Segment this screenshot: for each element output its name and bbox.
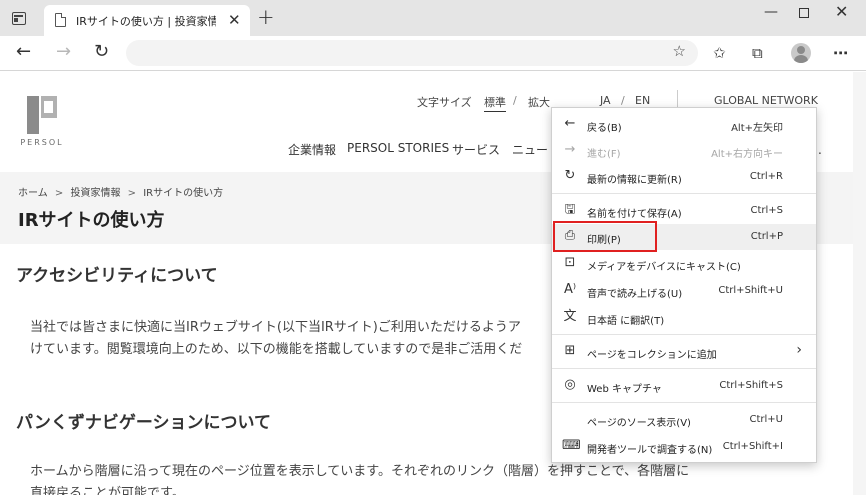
menu-item-label: Web キャプチャ <box>587 384 662 395</box>
tab-close-icon[interactable]: ✕ <box>228 11 241 29</box>
context-menu: ← 戻る(B) Alt+左矢印 → 進む(F) Alt+右方向キー ↻ 最新の情… <box>551 107 817 463</box>
menu-item-label: 名前を付けて保存(A) <box>587 209 682 220</box>
menu-item-refresh[interactable]: ↻ 最新の情報に更新(R) Ctrl+R <box>552 164 816 190</box>
menu-item-web-capture[interactable]: ◎ Web キャプチャ Ctrl+Shift+S <box>552 373 816 399</box>
menu-item-forward[interactable]: → 進む(F) Alt+右方向キー <box>552 138 816 164</box>
back-arrow-icon: ← <box>564 116 576 131</box>
menu-item-label: ページのソース表示(V) <box>587 418 691 429</box>
minimize-button[interactable]: — <box>764 4 778 20</box>
menu-item-shortcut: Ctrl+R <box>749 171 783 182</box>
text-size-label: 文字サイズ <box>417 96 472 109</box>
menu-item-label: 開発者ツールで調査する(N) <box>587 445 713 456</box>
refresh-icon: ↻ <box>564 168 576 183</box>
text-size-standard-link[interactable]: 標準 <box>484 94 506 112</box>
nav-item-company[interactable]: 企業情報 <box>288 141 336 158</box>
section-heading-breadcrumb: パンくずナビゲーションについて <box>16 413 271 433</box>
forward-button[interactable]: → <box>56 41 71 63</box>
menu-item-back[interactable]: ← 戻る(B) Alt+左矢印 <box>552 112 816 138</box>
chevron-right-icon: › <box>796 342 802 358</box>
highlight-box <box>553 221 657 252</box>
page-title: IRサイトの使い方 <box>18 210 165 231</box>
web-capture-icon: ◎ <box>564 377 576 392</box>
menu-item-shortcut: Ctrl+Shift+S <box>719 380 783 391</box>
menu-item-label: 日本語 に翻訳(T) <box>587 316 665 327</box>
menu-item-label: 進む(F) <box>587 149 621 160</box>
new-tab-button[interactable]: + <box>257 7 275 28</box>
lang-separator: / <box>621 94 625 107</box>
url-input[interactable]: ☆ <box>126 40 698 66</box>
menu-item-shortcut: Ctrl+U <box>749 414 784 425</box>
close-window-button[interactable]: ✕ <box>835 4 848 20</box>
refresh-button[interactable]: ↻ <box>94 41 109 63</box>
menu-separator <box>552 334 816 335</box>
breadcrumb: ホーム > 投資家情報 > IRサイトの使い方 <box>18 184 227 199</box>
menu-item-translate[interactable]: 文 日本語 に翻訳(T) <box>552 305 816 331</box>
menu-item-label: 音声で読み上げる(U) <box>587 289 683 300</box>
persol-logo[interactable]: PERSOL <box>18 96 66 147</box>
menu-item-cast[interactable]: ⊡ メディアをデバイスにキャスト(C) <box>552 251 816 277</box>
devtools-icon: ⌨ <box>562 438 581 453</box>
nav-item-news[interactable]: ニュー <box>512 141 548 158</box>
global-network-link[interactable]: GLOBAL NETWORK <box>714 94 818 107</box>
tab-actions-icon[interactable] <box>12 12 26 25</box>
paragraph-line: 当社では皆さまに快適に当IRウェブサイト(以下当IRサイト)ご利用いただけるよう… <box>30 320 521 335</box>
menu-item-label: メディアをデバイスにキャスト(C) <box>587 262 741 273</box>
page-scrollbar[interactable] <box>853 72 866 495</box>
more-menu-icon[interactable]: ⋯ <box>833 44 849 62</box>
translate-icon: 文 <box>563 309 577 324</box>
address-bar: ← → ↻ ☆ ✩ ⧉ ⋯ <box>0 36 866 71</box>
nav-item-stories[interactable]: PERSOL STORIES <box>347 141 449 155</box>
browser-tab[interactable]: IRサイトの使い方 | 投資家情報 | PER ✕ <box>44 5 250 36</box>
section-heading-accessibility: アクセシビリティについて <box>16 266 218 286</box>
nav-trailing-dot: . <box>818 143 822 157</box>
breadcrumb-current: IRサイトの使い方 <box>143 188 224 199</box>
text-size-large-link[interactable]: 拡大 <box>528 94 550 110</box>
menu-separator <box>552 402 816 403</box>
logo-text: PERSOL <box>20 138 64 147</box>
maximize-button[interactable] <box>799 8 809 18</box>
lang-en-link[interactable]: EN <box>635 94 650 107</box>
tab-bar: IRサイトの使い方 | 投資家情報 | PER ✕ + — ✕ <box>0 0 866 36</box>
menu-item-read-aloud[interactable]: A⁾ 音声で読み上げる(U) Ctrl+Shift+U <box>552 278 816 304</box>
breadcrumb-investors[interactable]: 投資家情報 <box>70 188 120 199</box>
lang-ja-link[interactable]: JA <box>600 94 611 107</box>
menu-item-shortcut: Ctrl+S <box>750 205 783 216</box>
nav-item-services[interactable]: サービス <box>452 141 500 158</box>
menu-item-label: 戻る(B) <box>587 123 622 134</box>
cast-icon: ⊡ <box>564 255 576 270</box>
favorite-star-icon[interactable]: ☆ <box>673 42 686 60</box>
save-icon: 🖫 <box>564 202 576 217</box>
collections-icon[interactable]: ⧉ <box>752 44 763 62</box>
breadcrumb-home[interactable]: ホーム <box>18 188 48 199</box>
menu-item-label: 最新の情報に更新(R) <box>587 175 682 186</box>
menu-item-shortcut: Alt+右方向キー <box>711 149 783 160</box>
breadcrumb-separator: > <box>54 188 64 199</box>
paragraph-line: 直接戻ることが可能です。 <box>30 486 185 495</box>
breadcrumb-separator: > <box>127 188 137 199</box>
persol-logo-mark <box>27 96 57 134</box>
back-button[interactable]: ← <box>16 41 31 63</box>
menu-item-shortcut: Ctrl+P <box>750 231 783 242</box>
menu-item-shortcut: Alt+左矢印 <box>731 123 783 134</box>
read-aloud-icon: A⁾ <box>563 282 577 297</box>
tab-title: IRサイトの使い方 | 投資家情報 | PER <box>76 15 216 28</box>
menu-item-shortcut: Ctrl+Shift+U <box>718 285 783 296</box>
profile-avatar[interactable] <box>791 43 811 63</box>
favorites-icon[interactable]: ✩ <box>713 44 726 62</box>
menu-separator <box>552 368 816 369</box>
menu-separator <box>552 193 816 194</box>
menu-item-add-to-collection[interactable]: ⊞ ページをコレクションに追加 › <box>552 339 816 365</box>
menu-item-label: ページをコレクションに追加 <box>587 350 717 361</box>
collection-add-icon: ⊞ <box>564 343 576 358</box>
text-size-separator: / <box>513 94 517 107</box>
menu-item-shortcut: Ctrl+Shift+I <box>722 441 783 452</box>
menu-item-inspect[interactable]: ⌨ 開発者ツールで調査する(N) Ctrl+Shift+I <box>552 434 816 460</box>
forward-arrow-icon: → <box>564 142 576 157</box>
utility-divider <box>677 90 678 108</box>
menu-item-view-source[interactable]: ページのソース表示(V) Ctrl+U <box>552 407 816 433</box>
page-icon <box>55 13 66 27</box>
paragraph-line: けています。閲覧環境向上のため、以下の機能を搭載していますので是非ご活用くだ <box>30 342 523 357</box>
